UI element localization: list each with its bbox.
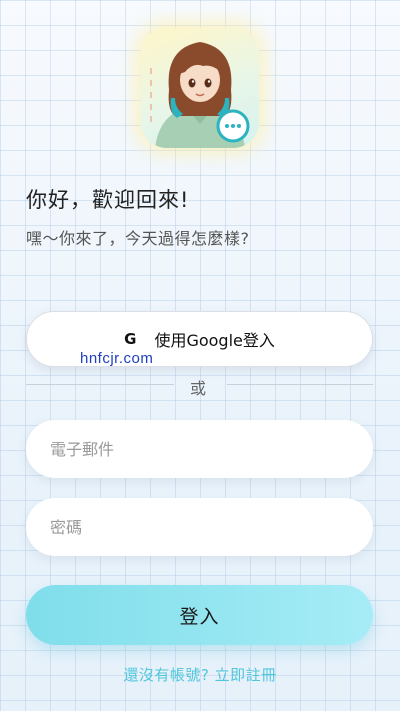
app-avatar <box>141 28 259 148</box>
password-field[interactable] <box>26 498 373 556</box>
google-login-button[interactable]: G 使用Google登入 <box>26 311 373 367</box>
watermark: hnfcjr.com <box>80 350 154 367</box>
login-button[interactable]: 登入 <box>26 585 373 645</box>
divider-line-left <box>26 384 174 385</box>
page-title: 你好，歡迎回來! <box>26 188 190 212</box>
email-field[interactable] <box>26 420 373 478</box>
divider-text: 或 <box>190 379 207 398</box>
anime-avatar-icon <box>150 42 250 148</box>
register-link[interactable]: 還沒有帳號? 立即註冊 <box>0 664 400 685</box>
google-login-label: 使用Google登入 <box>154 331 275 350</box>
page-subtitle: 嘿～你來了，今天過得怎麼樣? <box>26 229 250 248</box>
divider-line-right <box>227 384 373 385</box>
login-label: 登入 <box>179 605 220 628</box>
google-icon: G <box>124 330 137 348</box>
